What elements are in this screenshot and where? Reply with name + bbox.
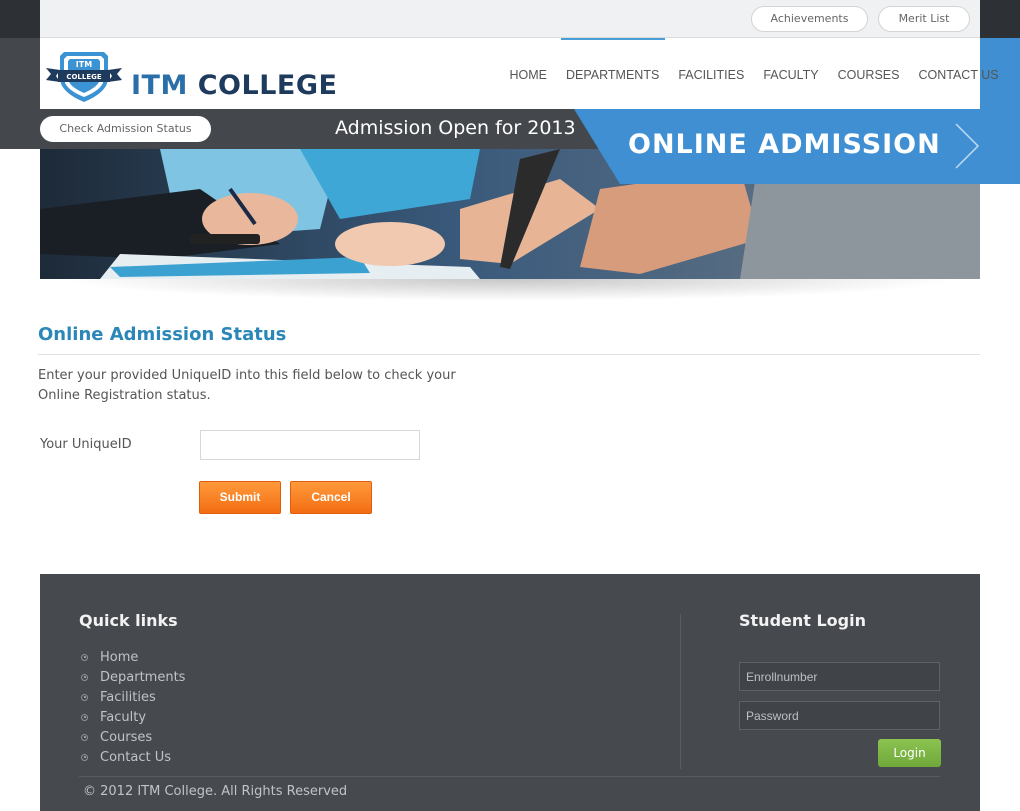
online-admission-title: ONLINE ADMISSION — [628, 129, 941, 160]
logo[interactable]: ITM COLLEGE ITM COLLEGE — [46, 48, 346, 104]
logo-wordmark: ITM COLLEGE — [131, 70, 337, 101]
footer-column-divider — [680, 614, 681, 769]
quick-links-list: Home Departments Facilities Faculty Cour… — [81, 647, 185, 767]
nav-faculty[interactable]: FACULTY — [754, 38, 828, 109]
password-input[interactable] — [739, 701, 940, 730]
site-header: ITM COLLEGE ITM COLLEGE HOME DEPARTMENTS… — [40, 38, 999, 109]
merit-list-link[interactable]: Merit List — [878, 6, 970, 32]
top-links-bar: Achievements Merit List — [40, 0, 980, 38]
check-admission-status-button[interactable]: Check Admission Status — [40, 116, 211, 142]
quick-link-label: Courses — [100, 729, 153, 745]
badge-ribbon-text: COLLEGE — [66, 73, 102, 81]
quick-link-courses[interactable]: Courses — [81, 727, 185, 747]
quick-link-departments[interactable]: Departments — [81, 667, 185, 687]
nav-courses[interactable]: COURSES — [828, 38, 909, 109]
student-login-heading: Student Login — [739, 611, 866, 630]
quick-link-home[interactable]: Home — [81, 647, 185, 667]
site-footer: Quick links Home Departments Facilities … — [40, 574, 980, 811]
quick-link-contact-us[interactable]: Contact Us — [81, 747, 185, 767]
shield-logo-icon: ITM COLLEGE — [46, 52, 122, 102]
bullet-icon — [81, 753, 88, 761]
quick-links-heading: Quick links — [79, 611, 178, 630]
footer-divider — [79, 776, 940, 777]
copyright-text: © 2012 ITM College. All Rights Reserved — [83, 784, 348, 799]
nav-contact-us[interactable]: CONTACT US — [909, 38, 1008, 109]
quick-link-label: Facilities — [100, 689, 156, 705]
bullet-icon — [81, 733, 88, 741]
hero-shadow — [60, 279, 960, 301]
uniqueid-input[interactable] — [200, 430, 420, 460]
cancel-button[interactable]: Cancel — [290, 481, 372, 514]
instructions-line-2: Online Registration status. — [38, 388, 211, 403]
bullet-icon — [81, 713, 88, 721]
logo-name-second: COLLEGE — [197, 70, 338, 101]
page-title: Online Admission Status — [38, 324, 287, 345]
bullet-icon — [81, 673, 88, 681]
quick-link-label: Faculty — [100, 709, 147, 725]
main-nav: HOME DEPARTMENTS FACILITIES FACULTY COUR… — [500, 38, 1008, 109]
nav-facilities[interactable]: FACILITIES — [669, 38, 754, 109]
badge-top-text: ITM — [76, 60, 92, 69]
bullet-icon — [81, 693, 88, 701]
login-button[interactable]: Login — [878, 739, 941, 767]
quick-link-label: Home — [100, 649, 139, 665]
nav-departments[interactable]: DEPARTMENTS — [557, 38, 669, 109]
quick-link-faculty[interactable]: Faculty — [81, 707, 185, 727]
achievements-link[interactable]: Achievements — [751, 6, 868, 32]
admission-announcement: Admission Open for 2013 — [335, 117, 576, 139]
instructions-line-1: Enter your provided UniqueID into this f… — [38, 368, 456, 383]
instructions-text: Enter your provided UniqueID into this f… — [38, 366, 456, 406]
logo-name-first: ITM — [131, 70, 198, 101]
quick-link-label: Contact Us — [100, 749, 171, 765]
bullet-icon — [81, 653, 88, 661]
uniqueid-label: Your UniqueID — [40, 437, 132, 452]
enroll-number-input[interactable] — [739, 662, 940, 691]
submit-button[interactable]: Submit — [199, 481, 281, 514]
title-divider — [38, 354, 980, 355]
quick-link-facilities[interactable]: Facilities — [81, 687, 185, 707]
nav-home[interactable]: HOME — [500, 38, 557, 109]
quick-link-label: Departments — [100, 669, 186, 685]
